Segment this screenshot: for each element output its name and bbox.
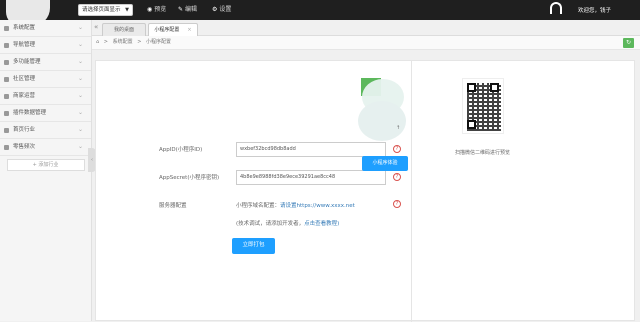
refresh-icon: ↻	[625, 39, 632, 46]
qr-caption: 扫描微信二维码进行预览	[455, 150, 511, 156]
preview-indicator: ↑	[396, 125, 401, 131]
nav-settings-label: 设置	[219, 6, 232, 13]
qr-finder	[467, 120, 476, 129]
preview-image	[358, 78, 406, 141]
menu-icon	[4, 43, 9, 48]
sidebar-item-label: 插件数据管理	[13, 110, 47, 116]
help-icon[interactable]: ?	[393, 173, 401, 181]
nav-edit-label: 编辑	[185, 6, 198, 13]
appsecret-label: AppSecret(小程序密钥)	[159, 175, 220, 181]
debug-hint: (技术调试，请添加开发者，点击查看教程)	[236, 219, 339, 227]
chevron-down-icon: ▼	[125, 7, 129, 13]
sidebar-item-multi[interactable]: 多功能管理 ⌄	[0, 54, 91, 71]
menu-icon	[4, 26, 9, 31]
menu-icon	[4, 145, 9, 150]
menu-icon	[4, 77, 9, 82]
server-config-label: 服务器配置	[159, 203, 187, 209]
breadcrumb-separator: >	[137, 39, 142, 45]
chevron-down-icon: ⌄	[77, 109, 83, 116]
breadcrumb-separator: >	[103, 39, 108, 45]
top-bar: 请选择页面显示 ▼ ◉ 预览 ✎ 编辑 ⚙ 设置 欢迎您，钱子	[0, 0, 640, 26]
qr-code	[462, 78, 504, 134]
qr-finder	[490, 83, 499, 92]
breadcrumb-item: 小程序配置	[145, 39, 171, 45]
debug-hint-prefix: (技术调试，请添加开发者，	[236, 221, 305, 227]
sidebar-item-community[interactable]: 社区管理 ⌄	[0, 71, 91, 88]
tab-miniprogram-config[interactable]: 小程序配置 ×	[148, 23, 198, 36]
eye-icon: ◉	[147, 6, 153, 13]
chevron-down-icon: ⌄	[77, 126, 83, 133]
site-select-label: 请选择页面显示	[82, 7, 121, 13]
chevron-down-icon: ⌄	[77, 24, 83, 31]
nav-preview-label: 预览	[154, 6, 167, 13]
sidebar-item-label: 首页行业	[13, 127, 36, 133]
appid-label: AppID(小程序ID)	[159, 147, 203, 153]
menu-icon	[4, 128, 9, 133]
chevron-down-icon: ⌄	[77, 143, 83, 150]
gear-icon: ⚙	[212, 6, 218, 13]
user-area[interactable]: 欢迎您，钱子	[550, 0, 640, 20]
chevron-down-icon: ⌄	[77, 58, 83, 65]
appsecret-input[interactable]: 4b8e9e8988fd38e9ece39291ae8cc48	[236, 170, 386, 185]
site-select[interactable]: 请选择页面显示 ▼	[78, 4, 133, 16]
help-icon[interactable]: ?	[393, 145, 401, 153]
chevron-down-icon: ⌄	[77, 41, 83, 48]
sidebar-item-system[interactable]: 系统配置 ⌄	[0, 20, 91, 37]
sidebar-item-label: 零售频次	[13, 144, 36, 150]
menu-icon	[4, 94, 9, 99]
chevron-down-icon: ⌄	[77, 75, 83, 82]
sidebar-item-industry[interactable]: 首页行业 ⌄	[0, 122, 91, 139]
tab-label: 小程序配置	[154, 27, 180, 33]
nav-settings[interactable]: ⚙ 设置	[212, 5, 231, 15]
miniprogram-experience-button[interactable]: 小程序体验	[362, 156, 408, 171]
sidebar-item-label: 多功能管理	[13, 59, 41, 65]
tutorial-link[interactable]: 点击查看教程)	[304, 221, 339, 227]
sidebar-item-merchant[interactable]: 商家运营 ⌄	[0, 88, 91, 105]
breadcrumb-item[interactable]: 系统配置	[113, 39, 133, 45]
sidebar-item-nav[interactable]: 导航管理 ⌄	[0, 37, 91, 54]
tab-label: 我的桌面	[113, 27, 134, 33]
edit-icon: ✎	[178, 6, 184, 13]
tab-desktop[interactable]: 我的桌面	[102, 23, 146, 36]
sidebar-item-plugins[interactable]: 插件数据管理 ⌄	[0, 105, 91, 122]
sidebar: 系统配置 ⌄ 导航管理 ⌄ 多功能管理 ⌄ 社区管理 ⌄ 商家运营 ⌄ 插件数据管理 ⌄ 首…	[0, 20, 92, 321]
domain-link[interactable]: 请设置https://www.xxxx.net	[280, 203, 355, 209]
tabs-bar: « 我的桌面 小程序配置 ×	[92, 20, 640, 36]
chevron-down-icon: ⌄	[77, 92, 83, 99]
sidebar-item-label: 系统配置	[13, 25, 36, 31]
refresh-button[interactable]: ↻	[623, 38, 634, 48]
package-button[interactable]: 立即打包	[232, 238, 275, 254]
sidebar-item-retail[interactable]: 零售频次 ⌄	[0, 139, 91, 156]
menu-icon	[4, 60, 9, 65]
add-industry-button[interactable]: + 添加行业	[6, 159, 85, 171]
domain-config-text: 小程序域名配置：请设置https://www.xxxx.net	[236, 201, 355, 209]
headset-icon[interactable]	[550, 2, 562, 14]
overlay-circle	[358, 101, 406, 141]
nav-preview[interactable]: ◉ 预览	[147, 5, 166, 15]
nav-edit[interactable]: ✎ 编辑	[178, 5, 197, 15]
breadcrumb: ⌂ > 系统配置 > 小程序配置 ↻	[92, 36, 640, 50]
sidebar-item-label: 导航管理	[13, 42, 36, 48]
user-welcome: 欢迎您，钱子	[578, 8, 612, 14]
chevron-left-icon[interactable]: «	[94, 23, 98, 31]
sidebar-item-label: 商家运营	[13, 93, 36, 99]
home-icon: ⌂	[96, 39, 100, 45]
help-icon[interactable]: ?	[393, 200, 401, 208]
close-icon[interactable]: ×	[187, 27, 191, 33]
appid-input[interactable]: wxbef32bcd98db8add	[236, 142, 386, 157]
domain-prefix: 小程序域名配置：	[236, 203, 281, 209]
qr-finder	[467, 83, 476, 92]
sidebar-item-label: 社区管理	[13, 76, 36, 82]
menu-icon	[4, 111, 9, 116]
panel-divider	[411, 61, 412, 322]
